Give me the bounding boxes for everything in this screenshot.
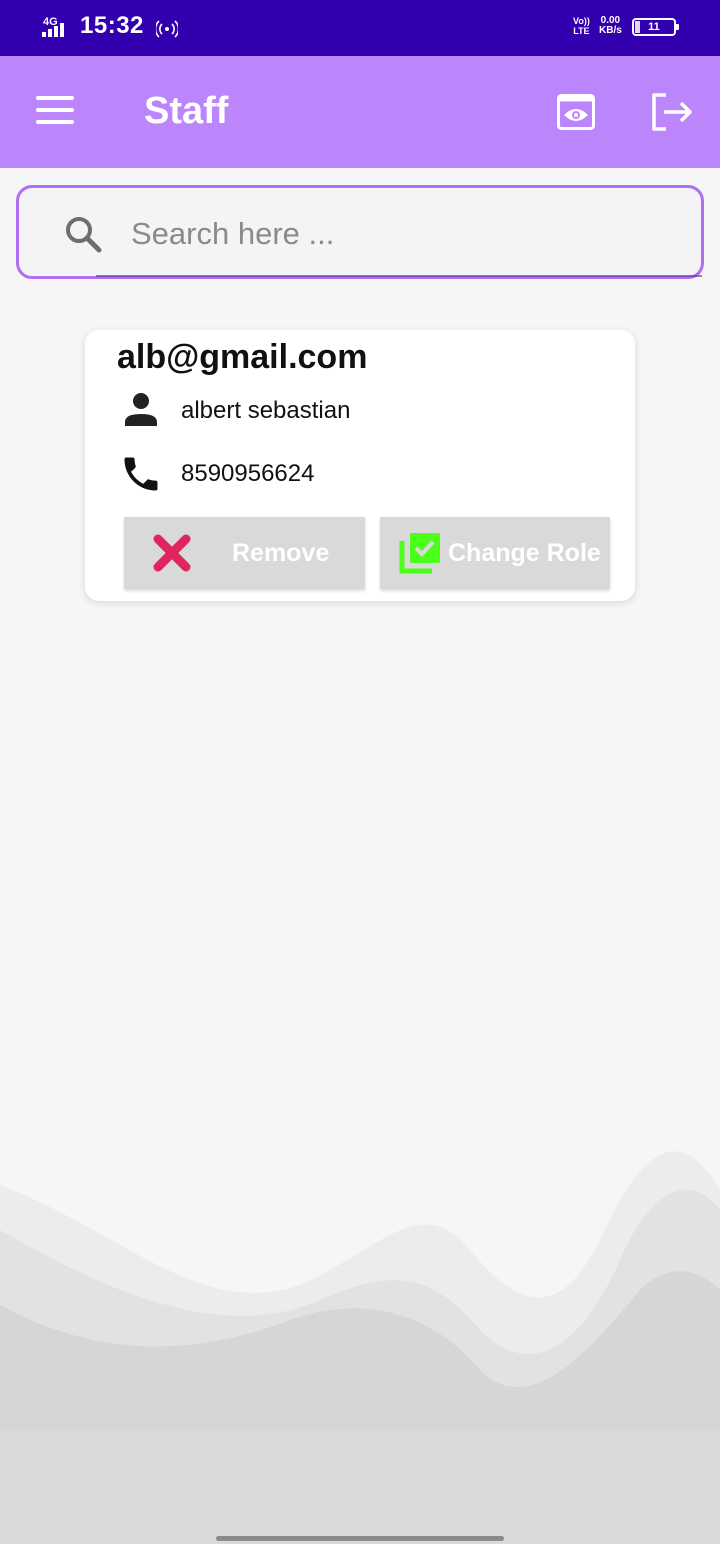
hotspot-icon: [156, 20, 178, 38]
staff-card: alb@gmail.com albert sebastian 859095662…: [85, 330, 635, 601]
network-speed: 0.00 KB/s: [599, 16, 622, 36]
search-input[interactable]: [129, 208, 673, 260]
status-bar: 4G 15:32 Vo)) LTE 0.00 KB/s 11: [0, 0, 720, 56]
home-indicator[interactable]: [216, 1536, 504, 1541]
staff-phone: 8590956624: [181, 460, 315, 487]
volte-label: Vo)): [573, 16, 590, 26]
remove-label: Remove: [232, 539, 330, 567]
phone-icon: [124, 457, 158, 491]
battery-level: 11: [648, 21, 660, 33]
search-icon: [66, 217, 102, 253]
volte-indicator: Vo)) LTE: [573, 16, 590, 36]
checkbox-stack-icon: [399, 533, 440, 574]
change-role-label: Change Role: [448, 539, 601, 567]
speed-unit: KB/s: [599, 25, 622, 36]
person-icon: [125, 393, 157, 426]
page-title: Staff: [144, 90, 229, 132]
signal-icon: 4G: [42, 16, 64, 37]
logout-icon[interactable]: [650, 92, 694, 132]
close-icon: [153, 534, 191, 572]
eye-icon[interactable]: [557, 94, 595, 130]
app-bar: Staff: [0, 56, 720, 168]
staff-name: albert sebastian: [181, 397, 351, 424]
change-role-button[interactable]: Change Role: [380, 517, 610, 589]
lte-label: LTE: [573, 26, 590, 36]
remove-button[interactable]: Remove: [124, 517, 365, 589]
background-waves: [0, 1151, 720, 1544]
search-bar: [16, 185, 704, 279]
clock: 15:32: [80, 12, 144, 39]
search-underline: [96, 275, 702, 277]
hamburger-menu-icon[interactable]: [36, 96, 76, 126]
staff-email: alb@gmail.com: [117, 338, 368, 376]
battery-icon: 11: [632, 18, 679, 36]
